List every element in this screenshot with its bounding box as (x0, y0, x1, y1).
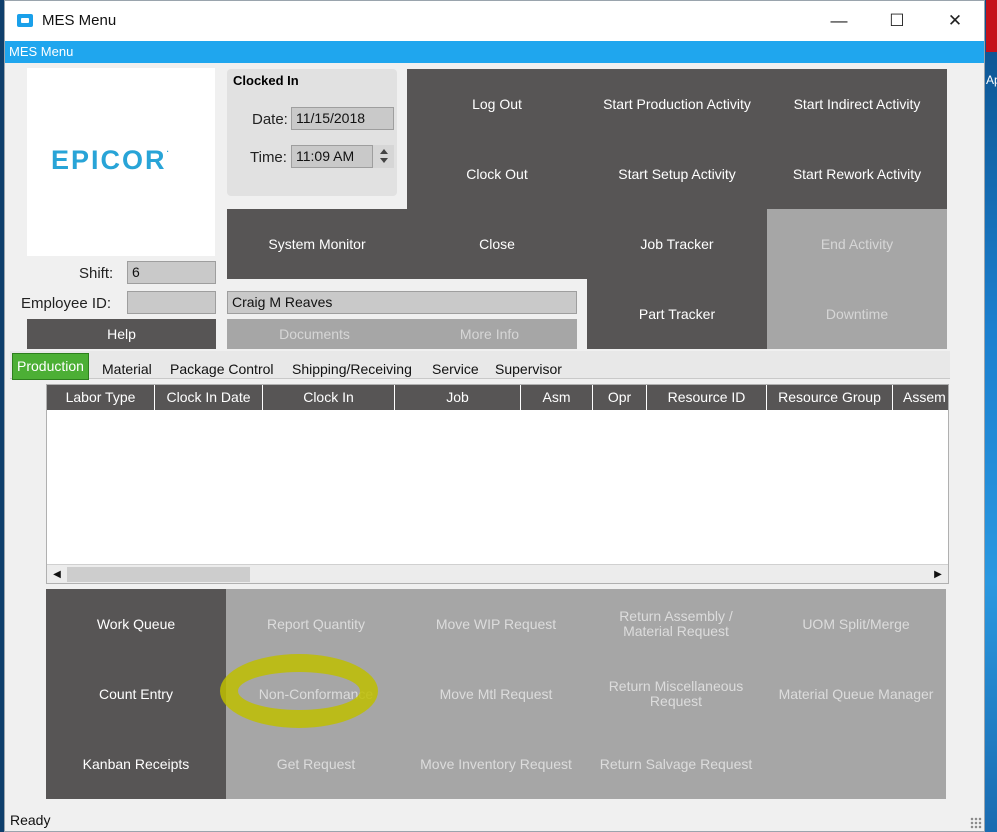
tab-material[interactable]: Material (102, 361, 152, 377)
logo-mark: . (166, 145, 171, 154)
move-mtl-request-button[interactable]: Move Mtl Request (406, 659, 586, 729)
column-resource-id[interactable]: Resource ID (647, 385, 767, 410)
tab-production[interactable]: Production (12, 353, 89, 380)
app-icon (17, 14, 33, 27)
return-assembly-material-request-button[interactable]: Return Assembly / Material Request (586, 589, 766, 659)
close-window-button[interactable]: ✕ (926, 1, 984, 41)
return-salvage-request-button[interactable]: Return Salvage Request (586, 729, 766, 799)
scroll-thumb[interactable] (67, 567, 250, 582)
tab-package-control[interactable]: Package Control (170, 361, 274, 377)
scroll-left-arrow-icon[interactable]: ◀ (47, 565, 67, 583)
resize-grip-icon[interactable] (970, 817, 982, 829)
horizontal-scrollbar[interactable]: ◀ ▶ (47, 564, 948, 583)
desktop-edge-text: Ap (986, 73, 997, 87)
uom-split-merge-button[interactable]: UOM Split/Merge (766, 589, 946, 659)
log-out-button[interactable]: Log Out (407, 69, 587, 139)
logo-text: EPICOR (51, 145, 167, 175)
column-opr[interactable]: Opr (593, 385, 647, 410)
report-quantity-button[interactable]: Report Quantity (226, 589, 406, 659)
time-spinner[interactable] (372, 145, 394, 168)
system-monitor-button[interactable]: System Monitor (227, 209, 407, 279)
date-label: Date: (252, 111, 288, 128)
return-assembly-line1: Return Assembly / (619, 608, 733, 624)
column-labor-type[interactable]: Labor Type (47, 385, 155, 410)
clocked-in-panel: Clocked In (227, 69, 397, 196)
start-indirect-activity-button[interactable]: Start Indirect Activity (767, 69, 947, 139)
tab-supervisor[interactable]: Supervisor (495, 361, 562, 377)
get-request-button[interactable]: Get Request (226, 729, 406, 799)
activity-grid: Labor Type Clock In Date Clock In Job As… (46, 384, 949, 584)
count-entry-button[interactable]: Count Entry (46, 659, 226, 729)
employee-name-field: Craig M Reaves (227, 291, 577, 314)
column-asm[interactable]: Asm (521, 385, 593, 410)
column-assem[interactable]: Assem (893, 385, 948, 410)
desktop-red-tile (986, 0, 997, 52)
shift-label: Shift: (79, 265, 114, 282)
move-wip-request-button[interactable]: Move WIP Request (406, 589, 586, 659)
column-job[interactable]: Job (395, 385, 521, 410)
employee-id-label: Employee ID: (21, 295, 112, 312)
annotation-highlight (220, 654, 378, 728)
tab-service[interactable]: Service (432, 361, 479, 377)
return-miscellaneous-request-button[interactable]: Return Miscellaneous Request (586, 659, 766, 729)
status-bar: Ready (5, 807, 984, 831)
end-activity-button[interactable]: End Activity (767, 209, 947, 279)
work-queue-button[interactable]: Work Queue (46, 589, 226, 659)
menu-bar: MES Menu (5, 41, 984, 63)
column-clock-in-date[interactable]: Clock In Date (155, 385, 263, 410)
column-resource-group[interactable]: Resource Group (767, 385, 893, 410)
status-text: Ready (10, 812, 51, 828)
window-title: MES Menu (42, 12, 117, 29)
return-assembly-line2: Material Request (623, 623, 729, 639)
kanban-receipts-button[interactable]: Kanban Receipts (46, 729, 226, 799)
move-inventory-request-button[interactable]: Move Inventory Request (406, 729, 586, 799)
clocked-in-title: Clocked In (233, 73, 299, 88)
time-label: Time: (250, 149, 287, 166)
return-misc-line2: Request (649, 693, 703, 709)
scroll-right-arrow-icon[interactable]: ▶ (928, 565, 948, 583)
start-setup-activity-button[interactable]: Start Setup Activity (587, 139, 767, 209)
column-clock-in[interactable]: Clock In (263, 385, 395, 410)
part-tracker-button[interactable]: Part Tracker (587, 279, 767, 349)
tab-shipping-receiving[interactable]: Shipping/Receiving (292, 361, 412, 377)
logo-panel: EPICOR. (27, 68, 215, 256)
more-info-button[interactable]: More Info (402, 319, 577, 349)
clock-out-button[interactable]: Clock Out (407, 139, 587, 209)
title-bar: MES Menu — ☐ ✕ (5, 1, 984, 41)
minimize-button[interactable]: — (810, 1, 868, 41)
mes-menu-window: MES Menu — ☐ ✕ MES Menu EPICOR. Clocked … (4, 0, 985, 832)
start-rework-activity-button[interactable]: Start Rework Activity (767, 139, 947, 209)
date-field[interactable]: 11/15/2018 (291, 107, 394, 130)
maximize-button[interactable]: ☐ (868, 1, 926, 41)
employee-id-field[interactable] (127, 291, 216, 314)
help-button[interactable]: Help (27, 319, 216, 349)
start-production-activity-button[interactable]: Start Production Activity (587, 69, 767, 139)
job-tracker-button[interactable]: Job Tracker (587, 209, 767, 279)
shift-field[interactable]: 6 (127, 261, 216, 284)
desktop-right-edge (984, 0, 997, 832)
empty-action-tile (766, 729, 946, 799)
documents-button[interactable]: Documents (227, 319, 402, 349)
material-queue-manager-button[interactable]: Material Queue Manager (766, 659, 946, 729)
close-button[interactable]: Close (407, 209, 587, 279)
menu-bar-label: MES Menu (9, 44, 74, 59)
epicor-logo: EPICOR. (51, 145, 171, 176)
return-misc-line1: Return Miscellaneous (608, 678, 744, 694)
downtime-button[interactable]: Downtime (767, 279, 947, 349)
grid-header: Labor Type Clock In Date Clock In Job As… (47, 385, 948, 410)
